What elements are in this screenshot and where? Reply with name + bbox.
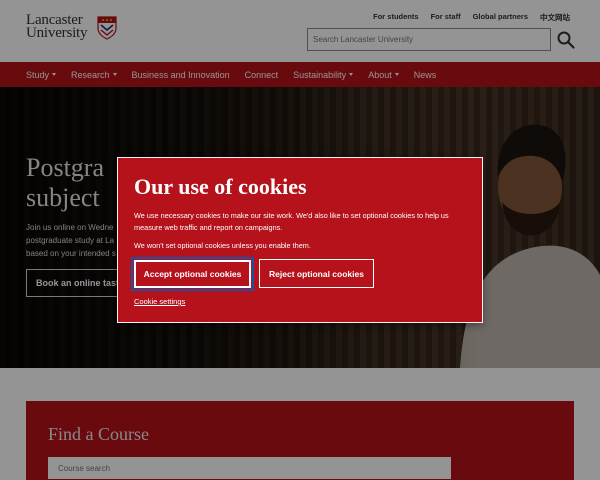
cookie-consent-dialog: Our use of cookies We use necessary cook… (117, 157, 483, 323)
cookie-dialog-title: Our use of cookies (134, 174, 307, 199)
cookie-settings-link[interactable]: Cookie settings (134, 297, 185, 306)
cookie-dialog-description: We use necessary cookies to make our sit… (134, 211, 449, 232)
accept-cookies-button[interactable]: Accept optional cookies (131, 257, 254, 291)
reject-cookies-button[interactable]: Reject optional cookies (259, 259, 374, 288)
cookie-dialog-note: We won't set optional cookies unless you… (134, 241, 311, 250)
